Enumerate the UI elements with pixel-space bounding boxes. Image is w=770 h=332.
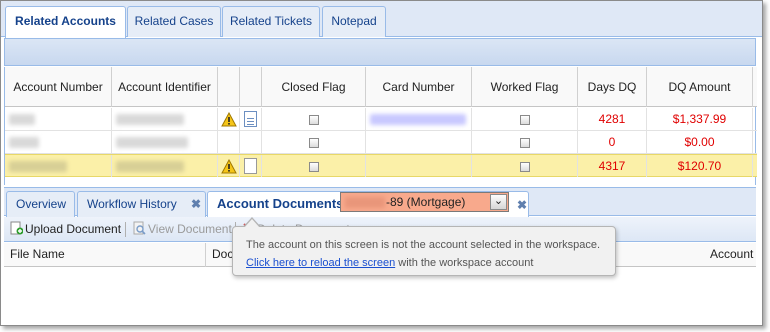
col-document[interactable] xyxy=(240,67,262,107)
tab-related-cases[interactable]: Related Cases xyxy=(127,6,221,37)
view-document-button[interactable]: View Document xyxy=(133,221,232,237)
blank-document-icon[interactable] xyxy=(244,158,257,174)
tab-overview[interactable]: Overview xyxy=(6,191,75,217)
grid-header: Account Number Account Identifier Closed… xyxy=(5,67,757,107)
view-document-label: View Document xyxy=(148,222,232,236)
col-warning[interactable] xyxy=(218,67,240,107)
col-account[interactable]: Account xyxy=(704,243,756,267)
workspace-mismatch-tooltip: The account on this screen is not the ac… xyxy=(232,217,616,276)
days-dq-value: 4281 xyxy=(578,108,647,130)
col-file-name[interactable]: File Name xyxy=(4,243,206,267)
chevron-down-icon[interactable]: ⌄ xyxy=(490,194,507,210)
tooltip-reload-line: Click here to reload the screen with the… xyxy=(246,254,615,272)
dq-amount-value: $120.70 xyxy=(647,155,753,177)
tab-related-accounts[interactable]: Related Accounts xyxy=(5,6,126,38)
grid-toolbar xyxy=(4,38,756,66)
col-dq-amount[interactable]: DQ Amount xyxy=(647,67,753,107)
redacted-account-prefix xyxy=(345,197,385,208)
warning-icon[interactable] xyxy=(221,159,237,174)
upload-document-label: Upload Document xyxy=(25,222,122,236)
close-icon[interactable]: ✖ xyxy=(517,193,527,217)
col-days-dq[interactable]: Days DQ xyxy=(578,67,647,107)
worked-flag-checkbox[interactable] xyxy=(519,161,530,172)
view-document-icon xyxy=(133,221,146,235)
warning-icon[interactable] xyxy=(221,112,237,127)
upload-icon xyxy=(10,221,23,235)
closed-flag-checkbox[interactable] xyxy=(308,161,319,172)
upload-document-button[interactable]: Upload Document xyxy=(10,221,121,237)
document-icon[interactable] xyxy=(244,111,257,127)
tab-workflow-history-label: Workflow History xyxy=(87,197,177,211)
dq-amount-value: $1,337.99 xyxy=(647,108,753,130)
account-select-value: -89 (Mortgage) xyxy=(386,195,466,209)
top-tab-bar: Related Accounts Related Cases Related T… xyxy=(1,1,762,38)
worked-flag-checkbox[interactable] xyxy=(519,114,530,125)
related-accounts-grid: Account Number Account Identifier Closed… xyxy=(4,67,757,185)
reload-screen-link[interactable]: Click here to reload the screen xyxy=(246,257,395,269)
account-workspace-panel: Related Accounts Related Cases Related T… xyxy=(0,0,763,326)
col-account-number[interactable]: Account Number xyxy=(5,67,112,107)
col-closed-flag[interactable]: Closed Flag xyxy=(262,67,366,107)
dq-amount-value: $0.00 xyxy=(647,131,753,153)
worked-flag-checkbox[interactable] xyxy=(519,137,530,148)
closed-flag-checkbox[interactable] xyxy=(308,114,319,125)
tooltip-trailing-text: with the workspace account xyxy=(395,257,534,269)
tab-workflow-history[interactable]: Workflow History ✖ xyxy=(77,191,206,217)
col-worked-flag[interactable]: Worked Flag xyxy=(472,67,578,107)
closed-flag-checkbox[interactable] xyxy=(308,137,319,148)
table-row[interactable]: 4281 $1,337.99 xyxy=(5,108,757,131)
table-row-selected[interactable]: 4317 $120.70 xyxy=(5,154,757,177)
tab-related-tickets[interactable]: Related Tickets xyxy=(222,6,320,37)
redacted-card-number xyxy=(370,114,466,125)
table-row[interactable]: 0 $0.00 xyxy=(5,131,757,154)
days-dq-value: 4317 xyxy=(578,155,647,177)
toolbar-divider xyxy=(125,222,126,237)
days-dq-value: 0 xyxy=(578,131,647,153)
account-select-combo[interactable]: -89 (Mortgage) ⌄ xyxy=(340,192,509,212)
tooltip-message: The account on this screen is not the ac… xyxy=(246,239,601,251)
tab-account-documents-label: Account Documents xyxy=(217,196,344,211)
close-icon[interactable]: ✖ xyxy=(191,192,201,216)
tab-notepad[interactable]: Notepad xyxy=(322,6,386,37)
col-card-number[interactable]: Card Number xyxy=(366,67,472,107)
col-account-identifier[interactable]: Account Identifier xyxy=(112,67,218,107)
